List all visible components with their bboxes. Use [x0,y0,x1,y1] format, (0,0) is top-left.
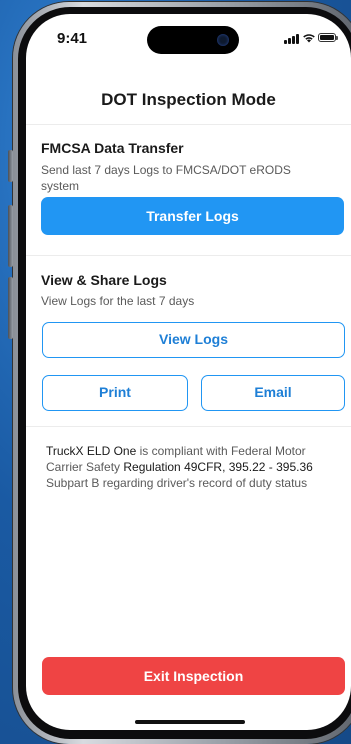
view-share-section-title: View & Share Logs [41,272,167,288]
volume-down-button [8,277,13,339]
page-title: DOT Inspection Mode [101,90,276,109]
exit-inspection-button[interactable]: Exit Inspection [42,657,345,695]
compliance-brand: TruckX ELD One [46,444,137,458]
status-bar: 9:41 [26,14,351,64]
section-divider [26,255,351,256]
header-divider [26,124,351,125]
volume-up-button [8,205,13,267]
wifi-icon [303,34,315,43]
camera-icon [217,34,229,46]
fmcsa-section-title: FMCSA Data Transfer [41,140,184,156]
compliance-regulation: Regulation 49CFR, 395.22 - 395.36 [123,460,313,474]
transfer-logs-button[interactable]: Transfer Logs [41,197,344,235]
app-screen: 9:41 DOT Inspection Mode FMCSA Data Tran… [26,14,351,730]
battery-icon [318,33,338,42]
view-logs-button[interactable]: View Logs [42,322,345,358]
section-divider [26,426,351,427]
print-button[interactable]: Print [42,375,188,411]
home-indicator[interactable] [135,720,245,724]
email-button[interactable]: Email [201,375,345,411]
status-icons [284,32,338,44]
view-share-section-description: View Logs for the last 7 days [41,294,195,308]
dynamic-island [147,26,239,54]
mute-switch [8,150,13,182]
compliance-statement: TruckX ELD One is compliant with Federal… [46,443,342,491]
compliance-text: Subpart B regarding driver's record of d… [46,476,308,490]
fmcsa-section-description: Send last 7 days Logs to FMCSA/DOT eRODS… [41,163,291,193]
status-time: 9:41 [57,30,88,47]
